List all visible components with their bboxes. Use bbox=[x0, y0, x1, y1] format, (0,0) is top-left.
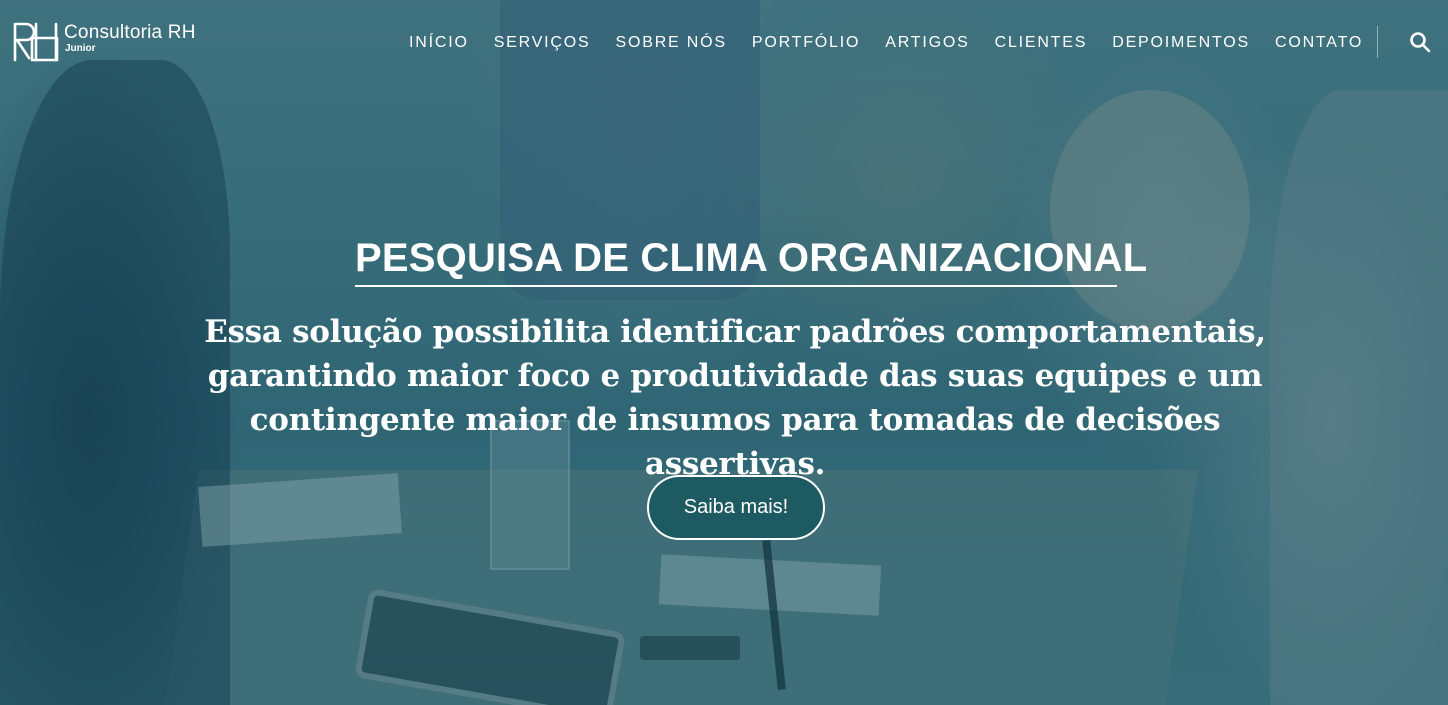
nav-divider bbox=[1377, 26, 1378, 58]
brand-name: Consultoria RH bbox=[64, 22, 196, 43]
brand-sub: Junior bbox=[65, 43, 96, 54]
search-icon[interactable] bbox=[1408, 30, 1432, 54]
site-logo[interactable]: Consultoria RH Junior bbox=[12, 20, 196, 62]
nav-item-sobre-nos[interactable]: SOBRE NÓS bbox=[616, 33, 727, 53]
main-nav: INÍCIO SERVIÇOS SOBRE NÓS PORTFÓLIO ARTI… bbox=[409, 33, 1388, 53]
nav-item-artigos[interactable]: ARTIGOS bbox=[885, 33, 969, 53]
nav-item-depoimentos[interactable]: DEPOIMENTOS bbox=[1112, 33, 1250, 53]
saiba-mais-button[interactable]: Saiba mais! bbox=[647, 475, 825, 540]
nav-item-contato[interactable]: CONTATO bbox=[1275, 33, 1363, 53]
nav-item-clientes[interactable]: CLIENTES bbox=[995, 33, 1088, 53]
nav-item-inicio[interactable]: INÍCIO bbox=[409, 33, 469, 53]
hero-title: PESQUISA DE CLIMA ORGANIZACIONAL bbox=[355, 235, 1147, 287]
nav-item-servicos[interactable]: SERVIÇOS bbox=[494, 33, 591, 53]
rh-logo-icon bbox=[13, 22, 59, 62]
hero-description: Essa solução possibilita identificar pad… bbox=[204, 314, 1266, 482]
nav-item-portfolio[interactable]: PORTFÓLIO bbox=[752, 33, 860, 53]
